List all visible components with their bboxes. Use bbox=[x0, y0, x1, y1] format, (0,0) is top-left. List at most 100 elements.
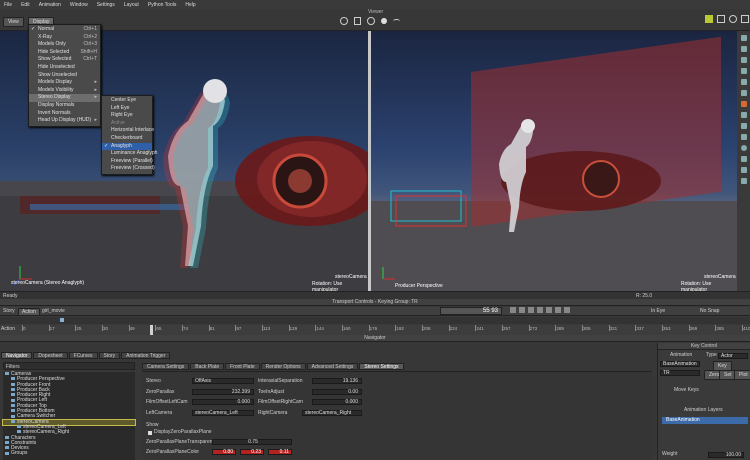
curve-icon[interactable] bbox=[740, 79, 747, 85]
transparency-field[interactable]: 0.75 bbox=[212, 439, 292, 445]
interaxial-field[interactable]: 19.136 bbox=[312, 378, 362, 384]
stereo-menu-item[interactable]: Right Eye bbox=[102, 112, 152, 120]
keying-group-select[interactable]: TR bbox=[660, 370, 700, 376]
display-menu-item[interactable]: X-Ray Ctrl+2 bbox=[29, 34, 100, 42]
tab-story[interactable]: Story bbox=[98, 352, 121, 359]
rotate-icon[interactable] bbox=[353, 17, 362, 25]
tab-render-options[interactable]: Render Options bbox=[260, 363, 306, 370]
stereo-mode-select[interactable]: OffAxis bbox=[192, 378, 254, 384]
menu-python-tools[interactable]: Python Tools bbox=[148, 2, 177, 8]
stereo-menu-item[interactable]: Checkerboard bbox=[102, 135, 152, 143]
display-menu-item[interactable]: Display Normals bbox=[29, 102, 100, 110]
tab-front-plate[interactable]: Front Plate bbox=[225, 363, 260, 370]
display-menu-item[interactable]: Stereo Display ▸ bbox=[29, 94, 100, 102]
scale-icon[interactable] bbox=[367, 17, 375, 25]
move-keys-label[interactable]: Move Keys bbox=[674, 387, 699, 394]
menu-file[interactable]: File bbox=[4, 2, 12, 8]
camera-icon[interactable] bbox=[740, 57, 747, 63]
weight-field[interactable]: 100.00 bbox=[708, 452, 744, 458]
stereo-menu-item[interactable]: Freeview (Crossed) bbox=[102, 165, 155, 173]
tab-advanced-settings[interactable]: Advanced Settings bbox=[306, 363, 359, 370]
tab-fcurves[interactable]: FCurves bbox=[68, 352, 98, 359]
plane-color-g[interactable]: 0.23 bbox=[240, 449, 264, 455]
display-menu-item[interactable]: Head Up Display (HUD) ▸ bbox=[29, 117, 100, 125]
timeline-cursor[interactable] bbox=[150, 325, 153, 335]
stereo-menu-item[interactable]: Luminance Anaglyph bbox=[102, 150, 157, 158]
film-offset-right-field[interactable]: 0.000 bbox=[312, 399, 362, 405]
rotate-tool-icon[interactable] bbox=[729, 15, 737, 23]
menu-help[interactable]: Help bbox=[185, 2, 195, 8]
menu-settings[interactable]: Settings bbox=[97, 2, 115, 8]
action-button[interactable]: Action bbox=[18, 308, 40, 316]
display-menu-item[interactable]: Models Display ▸ bbox=[29, 79, 100, 87]
display-menu-item[interactable]: Models Only Ctrl+3 bbox=[29, 41, 100, 49]
tab-dopesheet[interactable]: Dopesheet bbox=[33, 352, 68, 359]
play-back-icon[interactable] bbox=[528, 307, 534, 313]
left-camera-field[interactable]: stereoCamera_Left bbox=[192, 410, 254, 416]
color-wheel-icon[interactable] bbox=[740, 101, 747, 107]
eye-mode[interactable]: In Eye bbox=[651, 308, 665, 314]
sphere-tool-icon[interactable] bbox=[740, 145, 747, 151]
texture-icon[interactable] bbox=[740, 167, 747, 173]
timeline-ruler[interactable]: Action 0 17 25 30 49 65 74 81 97 113 129 144 160 176 1… bbox=[0, 325, 750, 335]
translate-icon[interactable] bbox=[717, 15, 725, 23]
base-animation-layer[interactable]: BaseAnimation bbox=[662, 417, 748, 424]
tab-stereo-settings[interactable]: Stereo Settings bbox=[359, 363, 404, 370]
take-name[interactable]: girl_movie bbox=[42, 308, 65, 314]
toein-field[interactable]: 0.00 bbox=[312, 389, 362, 395]
stereo-menu-item[interactable]: Horizontal Interlace bbox=[102, 127, 154, 135]
prev-key-icon[interactable] bbox=[519, 307, 525, 313]
viewport-right[interactable]: Producer Perspective stereoCamera Rotati… bbox=[371, 31, 737, 291]
display-menu-item[interactable]: Models Visibility ▸ bbox=[29, 87, 100, 95]
menu-edit[interactable]: Edit bbox=[21, 2, 30, 8]
display-plane-checkbox[interactable] bbox=[148, 431, 152, 435]
shape-icon[interactable] bbox=[740, 123, 747, 129]
tab-camera-settings[interactable]: Camera Settings bbox=[142, 363, 190, 370]
sphere-icon[interactable] bbox=[380, 18, 387, 24]
next-key-icon[interactable] bbox=[555, 307, 561, 313]
grid-icon[interactable] bbox=[740, 112, 747, 118]
plus-icon[interactable] bbox=[740, 35, 747, 41]
right-camera-field[interactable]: stereoCamera_Right bbox=[302, 410, 362, 416]
stop-icon[interactable] bbox=[537, 307, 543, 313]
tab-animation-trigger[interactable]: Animation Trigger bbox=[121, 352, 171, 359]
stereo-menu-item[interactable]: Freeview (Parallel) bbox=[102, 158, 153, 166]
rig-icon[interactable] bbox=[740, 134, 747, 140]
cube-icon[interactable] bbox=[740, 46, 747, 52]
stereo-menu-item[interactable]: Anaglyph bbox=[102, 142, 152, 151]
film-offset-left-field[interactable]: 0.000 bbox=[192, 399, 254, 405]
display-menu-item[interactable]: Show Unselected bbox=[29, 72, 100, 80]
chain-icon[interactable] bbox=[740, 178, 747, 184]
goto-start-icon[interactable] bbox=[510, 307, 516, 313]
display-menu-item[interactable]: Invert Normals bbox=[29, 110, 100, 118]
view-button[interactable]: View bbox=[3, 17, 24, 27]
move-icon[interactable] bbox=[340, 17, 348, 25]
light-icon[interactable] bbox=[740, 68, 747, 74]
marker-icon[interactable] bbox=[740, 90, 747, 96]
display-menu-item[interactable]: Normal Ctrl+1 bbox=[29, 26, 100, 34]
menu-window[interactable]: Window bbox=[70, 2, 88, 8]
current-frame[interactable]: 55 93 bbox=[440, 307, 502, 315]
stereo-menu-item[interactable]: Active bbox=[102, 120, 152, 128]
stereo-menu-item[interactable]: Left Eye bbox=[102, 105, 152, 113]
animation-select[interactable]: BaseAnimation bbox=[660, 361, 700, 367]
type-select[interactable]: Actor bbox=[718, 353, 748, 359]
display-menu-item[interactable]: Show Selected Ctrl+T bbox=[29, 56, 100, 64]
goto-end-icon[interactable] bbox=[564, 307, 570, 313]
display-menu-item[interactable]: Hide Unselected bbox=[29, 64, 100, 72]
snap-mode[interactable]: No Snap bbox=[700, 308, 719, 314]
plane-color-r[interactable]: 0.80 bbox=[212, 449, 236, 455]
display-menu-item[interactable]: Hide Selected Shift+H bbox=[29, 49, 100, 57]
plot-button[interactable]: Plot bbox=[734, 370, 750, 380]
scale-tool-icon[interactable] bbox=[741, 15, 749, 23]
arc-icon[interactable] bbox=[392, 18, 400, 24]
tree-item[interactable]: Groups bbox=[3, 451, 135, 457]
filter-label[interactable]: Filters bbox=[6, 364, 20, 370]
tab-back-plate[interactable]: Back Plate bbox=[190, 363, 225, 370]
material-icon[interactable] bbox=[740, 156, 747, 162]
select-icon[interactable] bbox=[705, 15, 713, 23]
menu-animation[interactable]: Animation bbox=[39, 2, 61, 8]
timeline-marker[interactable] bbox=[60, 318, 64, 322]
menu-layout[interactable]: Layout bbox=[124, 2, 139, 8]
play-icon[interactable] bbox=[546, 307, 552, 313]
